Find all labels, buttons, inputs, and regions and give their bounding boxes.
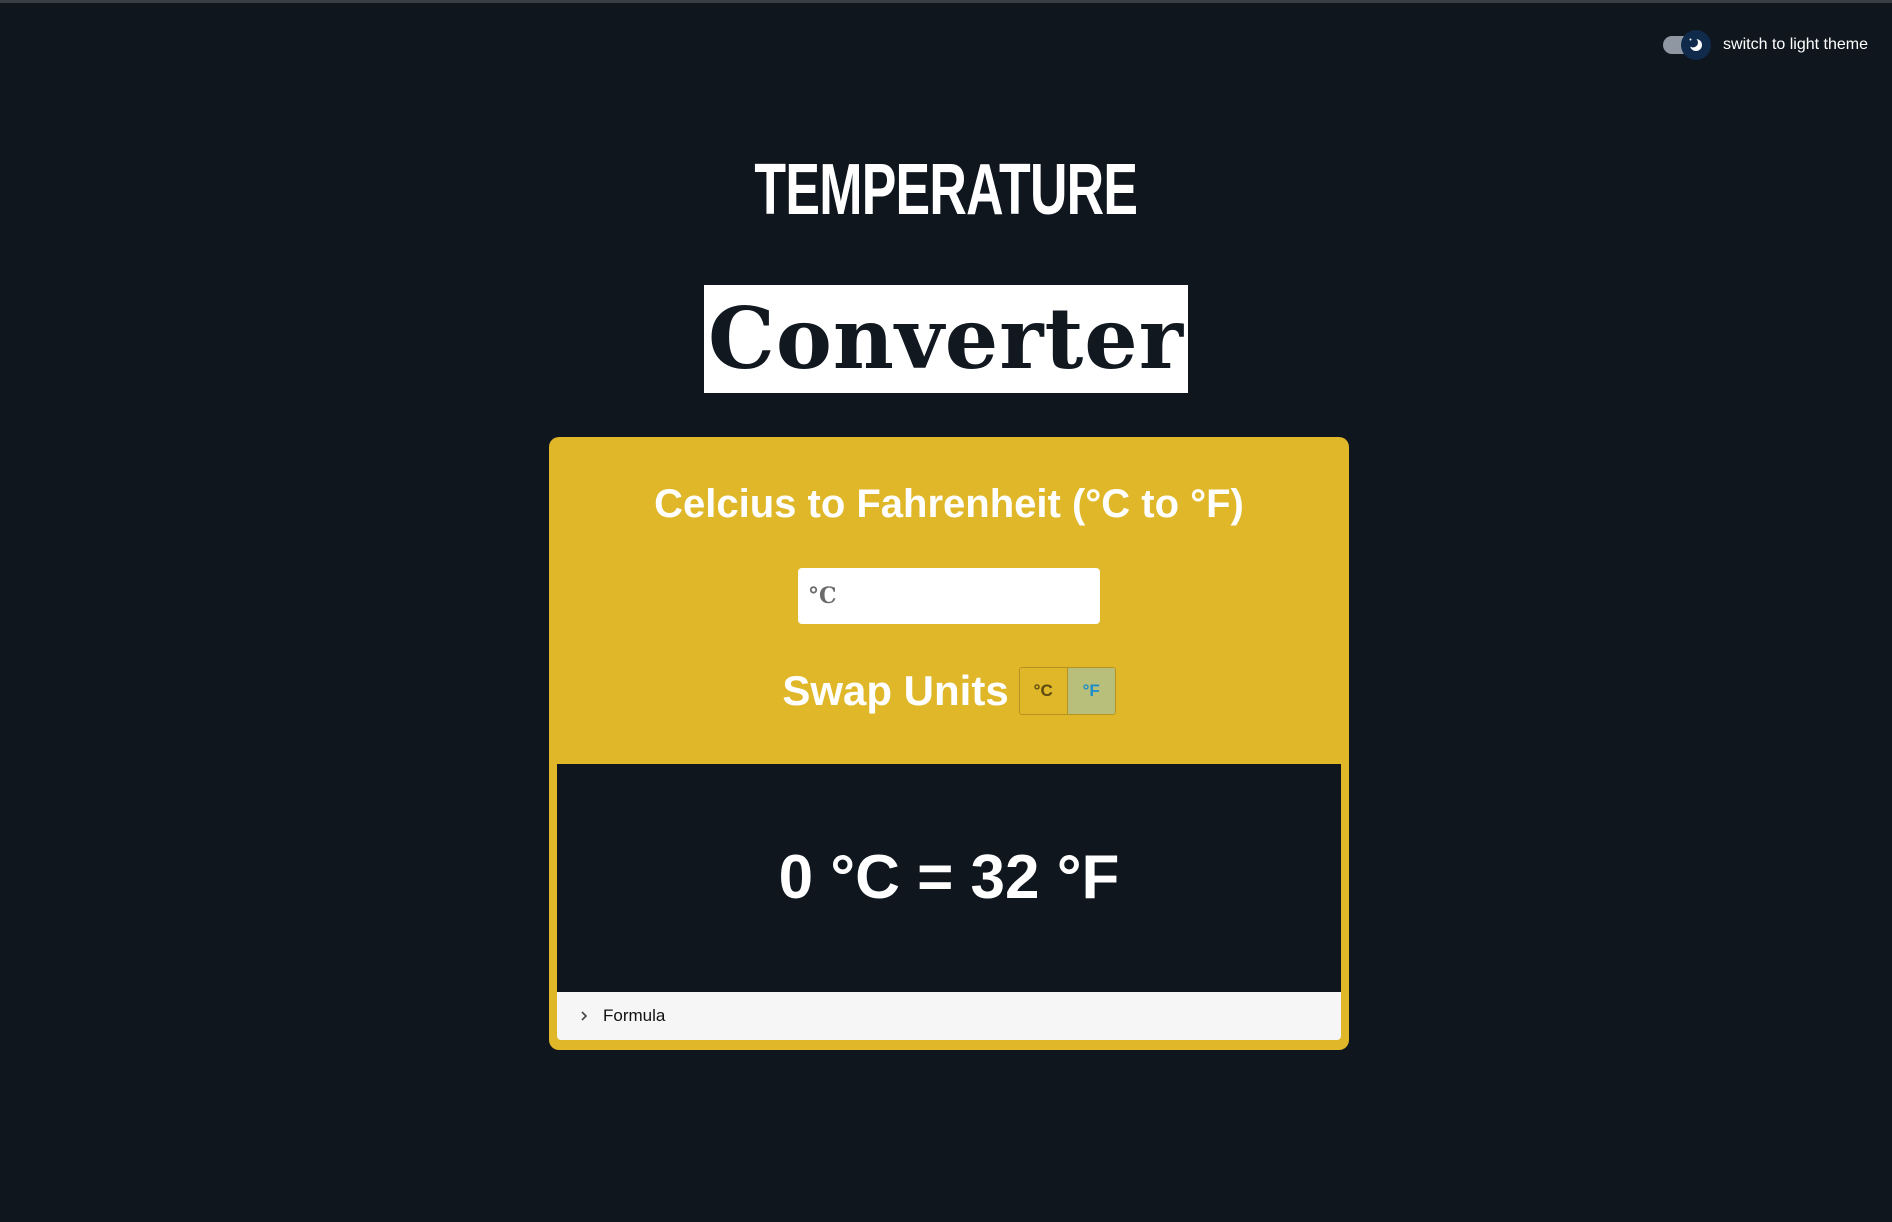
fahrenheit-unit-button[interactable]: °F <box>1066 668 1115 714</box>
conversion-result: 0 °C = 32 °F <box>778 843 1120 912</box>
result-panel: 0 °C = 32 °F <box>557 764 1341 992</box>
celsius-input[interactable] <box>798 568 1100 624</box>
swap-units-label: Swap Units <box>782 667 1009 714</box>
theme-toggle[interactable]: switch to light theme <box>1663 30 1868 60</box>
theme-toggle-label[interactable]: switch to light theme <box>1723 36 1868 54</box>
celsius-unit-button[interactable]: °C <box>1019 668 1067 714</box>
title-top-wrap: TEMPERATURE <box>0 145 1892 235</box>
window-top-border <box>0 0 1892 3</box>
page-title-top: TEMPERATURE <box>754 150 1139 230</box>
theme-switch[interactable] <box>1663 30 1712 60</box>
formula-disclosure[interactable]: Formula <box>557 992 1341 1040</box>
formula-label[interactable]: Formula <box>603 1006 665 1026</box>
moon-icon <box>1688 37 1703 51</box>
switch-knob[interactable] <box>1681 30 1712 60</box>
title-bottom-wrap: Converter <box>0 285 1892 393</box>
chevron-right-icon <box>581 1011 588 1021</box>
page-title-bottom: Converter <box>704 285 1188 393</box>
converter-heading: Celcius to Fahrenheit (°C to °F) <box>654 482 1244 526</box>
swap-units-row: Swap Units °C °F <box>549 666 1349 716</box>
converter-card: Celcius to Fahrenheit (°C to °F) Swap Un… <box>549 437 1349 1050</box>
swap-units-toggle[interactable]: °C °F <box>1018 667 1116 715</box>
